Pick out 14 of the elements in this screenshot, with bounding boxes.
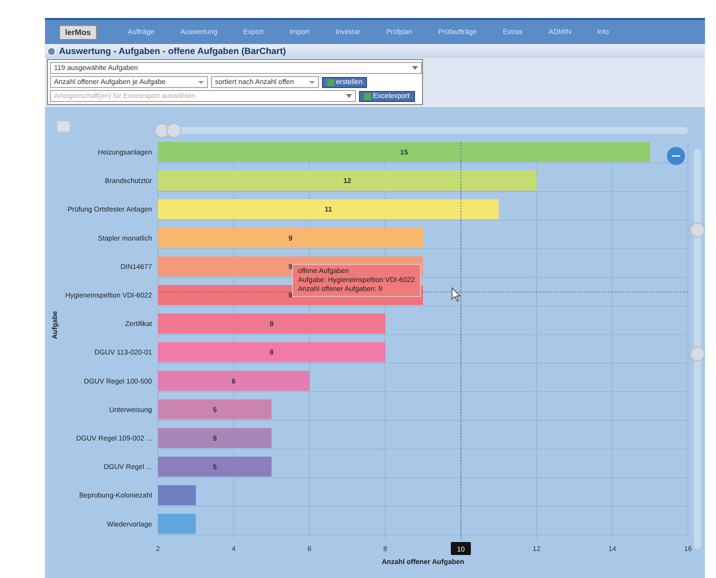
caret-icon bbox=[346, 94, 352, 98]
caret-icon bbox=[198, 80, 204, 84]
collapse-icon[interactable] bbox=[47, 46, 56, 56]
range-slider[interactable] bbox=[690, 149, 705, 549]
range-slider[interactable] bbox=[154, 123, 688, 138]
menu-button[interactable] bbox=[56, 120, 70, 132]
caret-icon bbox=[309, 80, 315, 84]
spreadsheet-icon bbox=[364, 92, 371, 100]
app-logo[interactable]: lerMos bbox=[59, 24, 97, 40]
cursor-icon bbox=[452, 287, 461, 302]
chart-icon bbox=[327, 78, 334, 86]
caret-icon bbox=[412, 66, 418, 70]
zoom-out-button[interactable] bbox=[667, 147, 685, 165]
window-title: Auswertung - Aufgaben - offene Aufgaben (BarChart) bbox=[59, 46, 286, 56]
